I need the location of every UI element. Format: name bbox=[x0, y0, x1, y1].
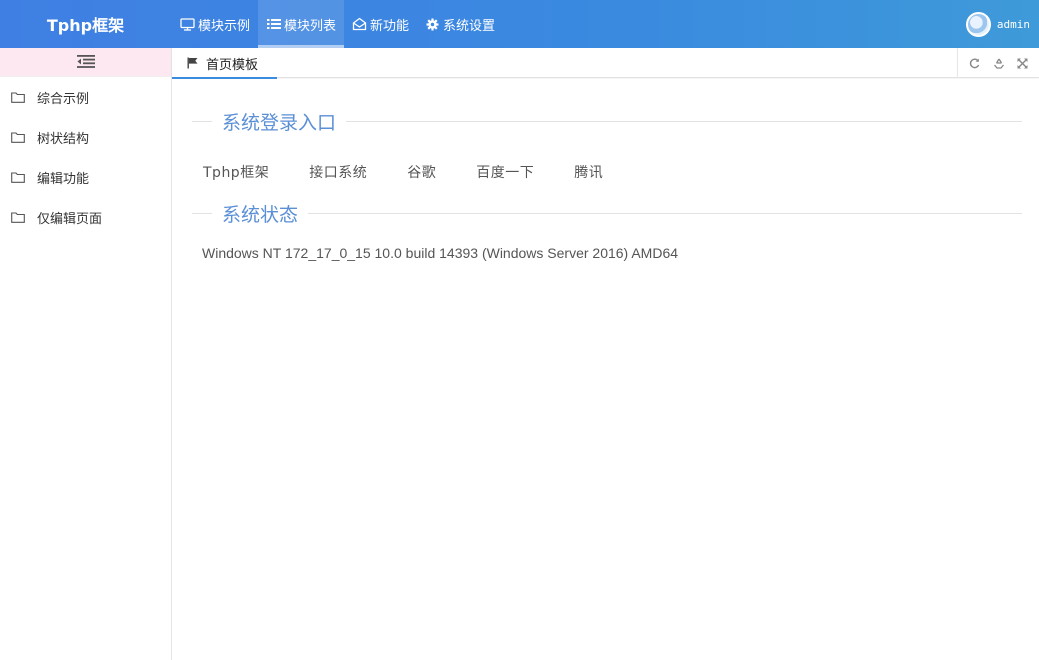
login-section-title: 系统登录入口 bbox=[222, 111, 337, 134]
divider bbox=[192, 212, 212, 214]
nav-item-module-list[interactable]: 模块列表 bbox=[258, 0, 345, 48]
sidebar-item-label: 编辑功能 bbox=[37, 171, 90, 187]
user-name[interactable]: admin bbox=[997, 18, 1030, 31]
list-icon bbox=[266, 17, 281, 32]
nav-item-label: 新功能 bbox=[370, 18, 410, 34]
folder-icon bbox=[11, 171, 25, 183]
sidebar-item-tree-structure[interactable]: 树状结构 bbox=[0, 117, 171, 157]
recycle-icon[interactable] bbox=[991, 55, 1007, 71]
login-section-header: 系统登录入口 bbox=[192, 109, 1022, 134]
flag-icon bbox=[187, 57, 198, 69]
refresh-icon[interactable] bbox=[966, 55, 982, 71]
top-header: Tphp框架 模块示例 模块列表 新功能 系统设置 admin bbox=[0, 0, 1039, 48]
nav-item-new-features[interactable]: 新功能 bbox=[344, 0, 417, 48]
top-nav: 模块示例 模块列表 新功能 系统设置 bbox=[172, 0, 503, 48]
status-section-header: 系统状态 bbox=[192, 201, 1022, 226]
avatar[interactable] bbox=[965, 11, 991, 37]
indent-icon bbox=[76, 53, 95, 72]
link-google[interactable]: 谷歌 bbox=[407, 162, 436, 182]
link-tphp[interactable]: Tphp框架 bbox=[203, 162, 269, 182]
sidebar-toggle-button[interactable] bbox=[0, 48, 171, 77]
tab-label: 首页模板 bbox=[206, 57, 259, 73]
link-baidu[interactable]: 百度一下 bbox=[476, 162, 534, 182]
main-content: 系统登录入口 Tphp框架 接口系统 谷歌 百度一下 腾讯 系统状态 Windo… bbox=[172, 79, 1039, 660]
sidebar-item-label: 树状结构 bbox=[37, 131, 90, 147]
sidebar-item-edit-function[interactable]: 编辑功能 bbox=[0, 157, 171, 197]
sidebar-item-label: 仅编辑页面 bbox=[37, 211, 103, 227]
sidebar-item-edit-page-only[interactable]: 仅编辑页面 bbox=[0, 197, 171, 237]
monitor-icon bbox=[180, 17, 195, 32]
link-api-system[interactable]: 接口系统 bbox=[309, 162, 367, 182]
folder-icon bbox=[11, 211, 25, 223]
link-tencent[interactable]: 腾讯 bbox=[574, 162, 603, 182]
sidebar-item-label: 综合示例 bbox=[37, 91, 90, 107]
tab-home-template[interactable]: 首页模板 bbox=[172, 48, 277, 79]
sidebar-item-comprehensive-examples[interactable]: 综合示例 bbox=[0, 77, 171, 117]
tab-bar: 首页模板 bbox=[172, 48, 1039, 79]
divider bbox=[308, 212, 1022, 214]
folder-icon bbox=[11, 91, 25, 103]
nav-item-system-settings[interactable]: 系统设置 bbox=[417, 0, 503, 48]
fullscreen-icon[interactable] bbox=[1015, 55, 1031, 71]
divider bbox=[346, 120, 1022, 122]
divider bbox=[192, 120, 212, 122]
gear-icon bbox=[425, 17, 440, 32]
status-section-title: 系统状态 bbox=[222, 203, 299, 226]
app-logo[interactable]: Tphp框架 bbox=[0, 0, 171, 48]
login-links: Tphp框架 接口系统 谷歌 百度一下 腾讯 bbox=[203, 162, 643, 182]
system-info-text: Windows NT 172_17_0_15 10.0 build 14393 … bbox=[202, 245, 679, 261]
nav-item-label: 模块示例 bbox=[198, 18, 251, 34]
nav-item-module-examples[interactable]: 模块示例 bbox=[172, 0, 258, 48]
sidebar: 综合示例 树状结构 编辑功能 仅编辑页面 bbox=[0, 48, 172, 660]
user-menu[interactable]: admin bbox=[965, 0, 1039, 48]
tab-tools bbox=[957, 48, 1039, 78]
folder-icon bbox=[11, 131, 25, 143]
nav-item-label: 模块列表 bbox=[284, 18, 337, 34]
envelope-open-icon bbox=[352, 17, 367, 32]
nav-item-label: 系统设置 bbox=[443, 18, 496, 34]
